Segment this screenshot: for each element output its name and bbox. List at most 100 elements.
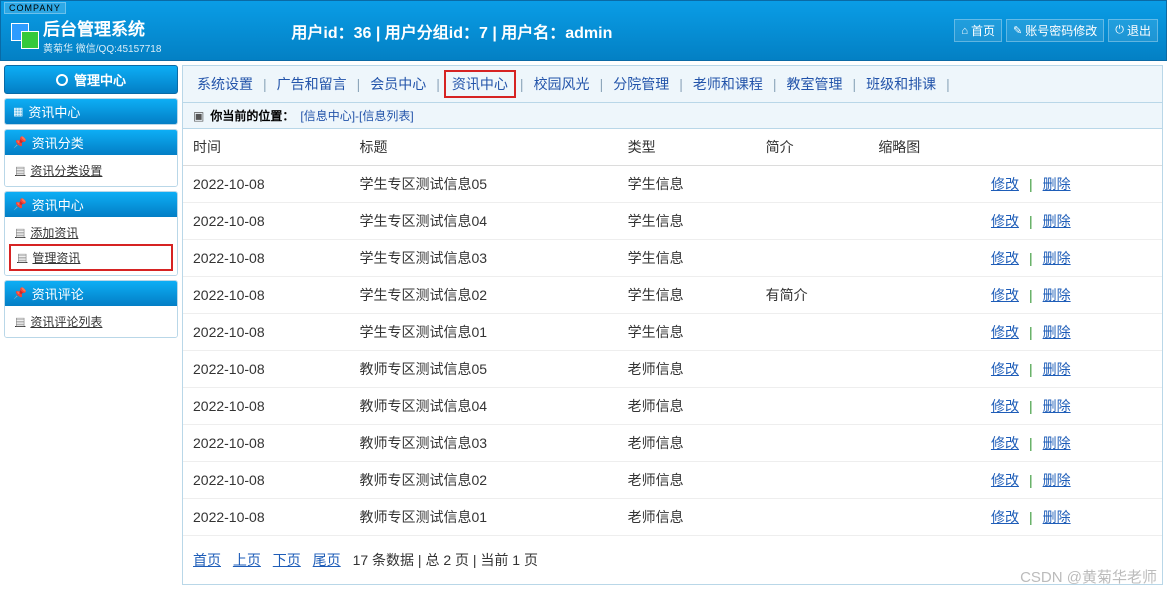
pager-prev[interactable]: 上页 [233, 552, 261, 568]
edit-link[interactable]: 修改 [991, 250, 1019, 266]
topnav-item[interactable]: 班级和排课 [860, 72, 942, 96]
delete-link[interactable]: 删除 [1043, 250, 1071, 266]
table-cell-time: 2022-10-08 [183, 240, 349, 277]
table-cell-time: 2022-10-08 [183, 351, 349, 388]
doc-icon: ▤ [15, 226, 25, 239]
pin-icon: 📌 [13, 287, 27, 300]
sidebar-item[interactable]: ▤管理资讯 [9, 244, 173, 271]
delete-link[interactable]: 删除 [1043, 324, 1071, 340]
action-separator: | [1019, 250, 1043, 266]
sidebar-title-label: 管理中心 [74, 70, 126, 89]
topnav-item[interactable]: 教室管理 [780, 72, 848, 96]
nav-separator: | [679, 76, 683, 92]
main: 系统设置|广告和留言|会员中心|资讯中心|校园风光|分院管理|老师和课程|教室管… [182, 65, 1167, 585]
pager-last[interactable]: 尾页 [313, 552, 341, 568]
nav-separator: | [436, 76, 440, 92]
sidebar-panel-head[interactable]: 📌资讯评论 [5, 281, 177, 306]
action-separator: | [1019, 287, 1043, 303]
delete-link[interactable]: 删除 [1043, 472, 1071, 488]
table-cell-actions: 修改|删除 [981, 277, 1162, 314]
topnav-item[interactable]: 会员中心 [364, 72, 432, 96]
nav-separator: | [852, 76, 856, 92]
edit-link[interactable]: 修改 [991, 324, 1019, 340]
table-cell-actions: 修改|删除 [981, 425, 1162, 462]
sidebar-item[interactable]: ▤资讯分类设置 [9, 159, 173, 182]
sidebar-item-label: 添加资讯 [30, 224, 78, 241]
table-cell-type: 老师信息 [618, 351, 756, 388]
edit-link[interactable]: 修改 [991, 213, 1019, 229]
table-row: 2022-10-08学生专区测试信息01学生信息修改|删除 [183, 314, 1162, 351]
sidebar-panel-head[interactable]: 📌资讯分类 [5, 130, 177, 155]
nav-separator: | [946, 76, 950, 92]
delete-link[interactable]: 删除 [1043, 509, 1071, 525]
table-cell-time: 2022-10-08 [183, 203, 349, 240]
location-icon: ▣ [193, 109, 204, 123]
table-cell-intro [756, 351, 869, 388]
action-separator: | [1019, 509, 1043, 525]
sidebar-item[interactable]: ▤ 添加资讯 [9, 221, 173, 244]
table-cell-title: 教师专区测试信息04 [349, 388, 617, 425]
table-cell-intro [756, 388, 869, 425]
topnav-item[interactable]: 资讯中心 [444, 70, 516, 98]
nav-separator: | [357, 76, 361, 92]
content-area: 时间标题类型简介缩略图 2022-10-08学生专区测试信息05学生信息修改|删… [182, 129, 1163, 585]
table-cell-thumb [868, 166, 981, 203]
topnav-item[interactable]: 系统设置 [191, 72, 259, 96]
home-button[interactable]: ⌂ 首页 [954, 19, 1002, 42]
pager-first[interactable]: 首页 [193, 552, 221, 568]
sidebar-panel-head[interactable]: ▦资讯中心 [5, 99, 177, 124]
sidebar-item-label: 资讯分类设置 [30, 162, 102, 179]
edit-link[interactable]: 修改 [991, 287, 1019, 303]
action-separator: | [1019, 398, 1043, 414]
sidebar-title: 管理中心 [4, 65, 178, 94]
logout-button[interactable]: ⏻ 退出 [1108, 19, 1158, 42]
sidebar-item[interactable]: ▤资讯评论列表 [9, 310, 173, 333]
delete-link[interactable]: 删除 [1043, 176, 1071, 192]
password-button[interactable]: ✎ 账号密码修改 [1006, 19, 1104, 42]
table-cell-title: 学生专区测试信息01 [349, 314, 617, 351]
nav-separator: | [263, 76, 267, 92]
table-cell-type: 学生信息 [618, 314, 756, 351]
delete-link[interactable]: 删除 [1043, 213, 1071, 229]
sidebar-panel: 📌资讯评论 ▤资讯评论列表 [4, 280, 178, 338]
table-cell-time: 2022-10-08 [183, 277, 349, 314]
edit-link[interactable]: 修改 [991, 472, 1019, 488]
delete-link[interactable]: 删除 [1043, 361, 1071, 377]
table-cell-thumb [868, 499, 981, 536]
table-cell-type: 老师信息 [618, 462, 756, 499]
table-cell-type: 学生信息 [618, 166, 756, 203]
doc-icon: ▤ [15, 315, 25, 328]
table-cell-thumb [868, 351, 981, 388]
table-cell-title: 教师专区测试信息02 [349, 462, 617, 499]
edit-link[interactable]: 修改 [991, 176, 1019, 192]
sidebar-panel-head[interactable]: 📌资讯中心 [5, 192, 177, 217]
action-separator: | [1019, 176, 1043, 192]
table-cell-intro [756, 240, 869, 277]
delete-link[interactable]: 删除 [1043, 435, 1071, 451]
topnav-item[interactable]: 广告和留言 [271, 72, 353, 96]
delete-link[interactable]: 删除 [1043, 398, 1071, 414]
circle-icon [56, 74, 68, 86]
edit-link[interactable]: 修改 [991, 435, 1019, 451]
delete-link[interactable]: 删除 [1043, 287, 1071, 303]
table-cell-actions: 修改|删除 [981, 388, 1162, 425]
sidebar-panel: 📌资讯中心 ▤ 添加资讯 ▤管理资讯 [4, 191, 178, 276]
pager-next[interactable]: 下页 [273, 552, 301, 568]
topnav-item[interactable]: 老师和课程 [687, 72, 769, 96]
table-cell-actions: 修改|删除 [981, 351, 1162, 388]
edit-link[interactable]: 修改 [991, 361, 1019, 377]
table-cell-thumb [868, 462, 981, 499]
topnav-item[interactable]: 分院管理 [607, 72, 675, 96]
pin-icon: 📌 [13, 136, 27, 149]
edit-link[interactable]: 修改 [991, 509, 1019, 525]
table-cell-thumb [868, 425, 981, 462]
breadcrumb-prefix: 你当前的位置： [210, 107, 294, 124]
table-cell-intro [756, 462, 869, 499]
table-cell-intro [756, 425, 869, 462]
table-cell-intro: 有简介 [756, 277, 869, 314]
topnav-item[interactable]: 校园风光 [528, 72, 596, 96]
table-cell-type: 老师信息 [618, 425, 756, 462]
table-row: 2022-10-08教师专区测试信息02老师信息修改|删除 [183, 462, 1162, 499]
edit-link[interactable]: 修改 [991, 398, 1019, 414]
header-user-info: 用户id：36 | 用户分组id：7 | 用户名：admin [161, 19, 954, 43]
